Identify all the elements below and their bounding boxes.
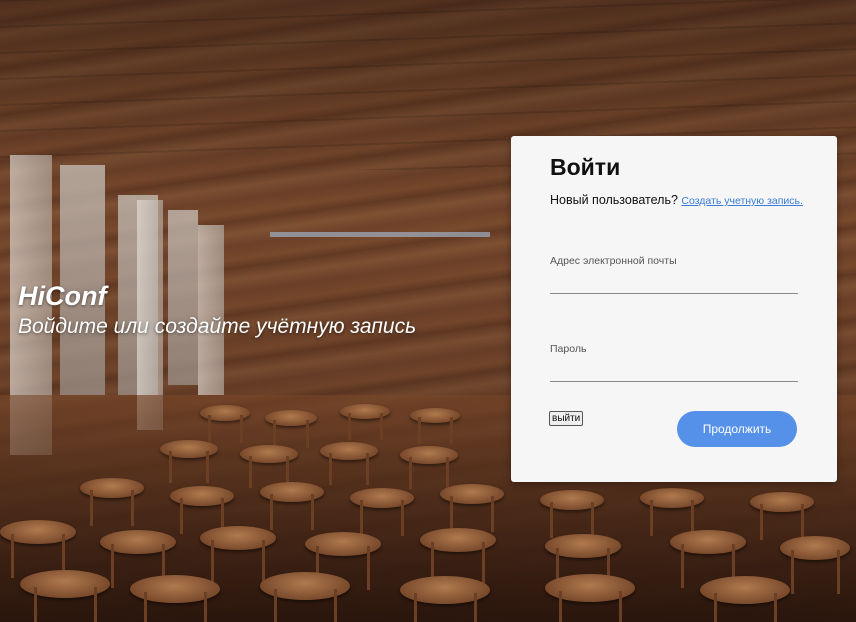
brand-title: HiConf [18,281,107,311]
background-stool [130,575,220,622]
email-label: Адрес электронной почты [550,255,677,267]
new-user-text: Новый пользователь? [550,193,678,207]
background-stool [545,574,635,622]
signup-line: Новый пользователь? Создать учетную запи… [550,193,803,207]
background-stool [420,528,496,586]
background-stool [200,526,276,584]
background-stool [440,484,504,532]
background-stool [160,440,218,484]
password-input[interactable] [550,361,798,382]
login-card: Войти Новый пользователь? Создать учетну… [511,136,837,482]
background-stool [540,490,604,538]
background-stool [340,404,390,440]
continue-button[interactable]: Продолжить [677,411,797,447]
background-stool [100,530,176,588]
background-stool [700,576,790,622]
background-stool [170,486,234,534]
signup-link[interactable]: Создать учетную запись. [681,195,803,207]
background-stool [400,446,458,490]
email-field: Адрес электронной почты [550,255,798,294]
background-stool [260,482,324,530]
background-stool [305,532,381,590]
background-beam [270,232,490,237]
background-stool [410,408,460,444]
background-stool [20,570,110,622]
background-stool [350,488,414,536]
background-stool [240,445,298,489]
login-title: Войти [550,154,621,180]
background-stool [0,520,76,578]
logout-button[interactable]: выйти [549,411,584,426]
background-stool [80,478,144,526]
background-stool [260,572,350,622]
background-stool [200,405,250,444]
background-stool [750,492,814,540]
background-stool [320,442,378,486]
background-stool [780,536,850,594]
password-field: Пароль [550,343,798,382]
background-stool [400,576,490,622]
background-stool [545,534,621,592]
email-input[interactable] [550,273,798,294]
password-label: Пароль [550,343,587,355]
hero-subtitle: Войдите или создайте учётную запись [18,315,417,338]
background-stool [640,488,704,536]
background-stool [265,410,317,449]
hero: HiConf Войдите или создайте учётную запи… [18,280,416,340]
background-stool [670,530,746,588]
